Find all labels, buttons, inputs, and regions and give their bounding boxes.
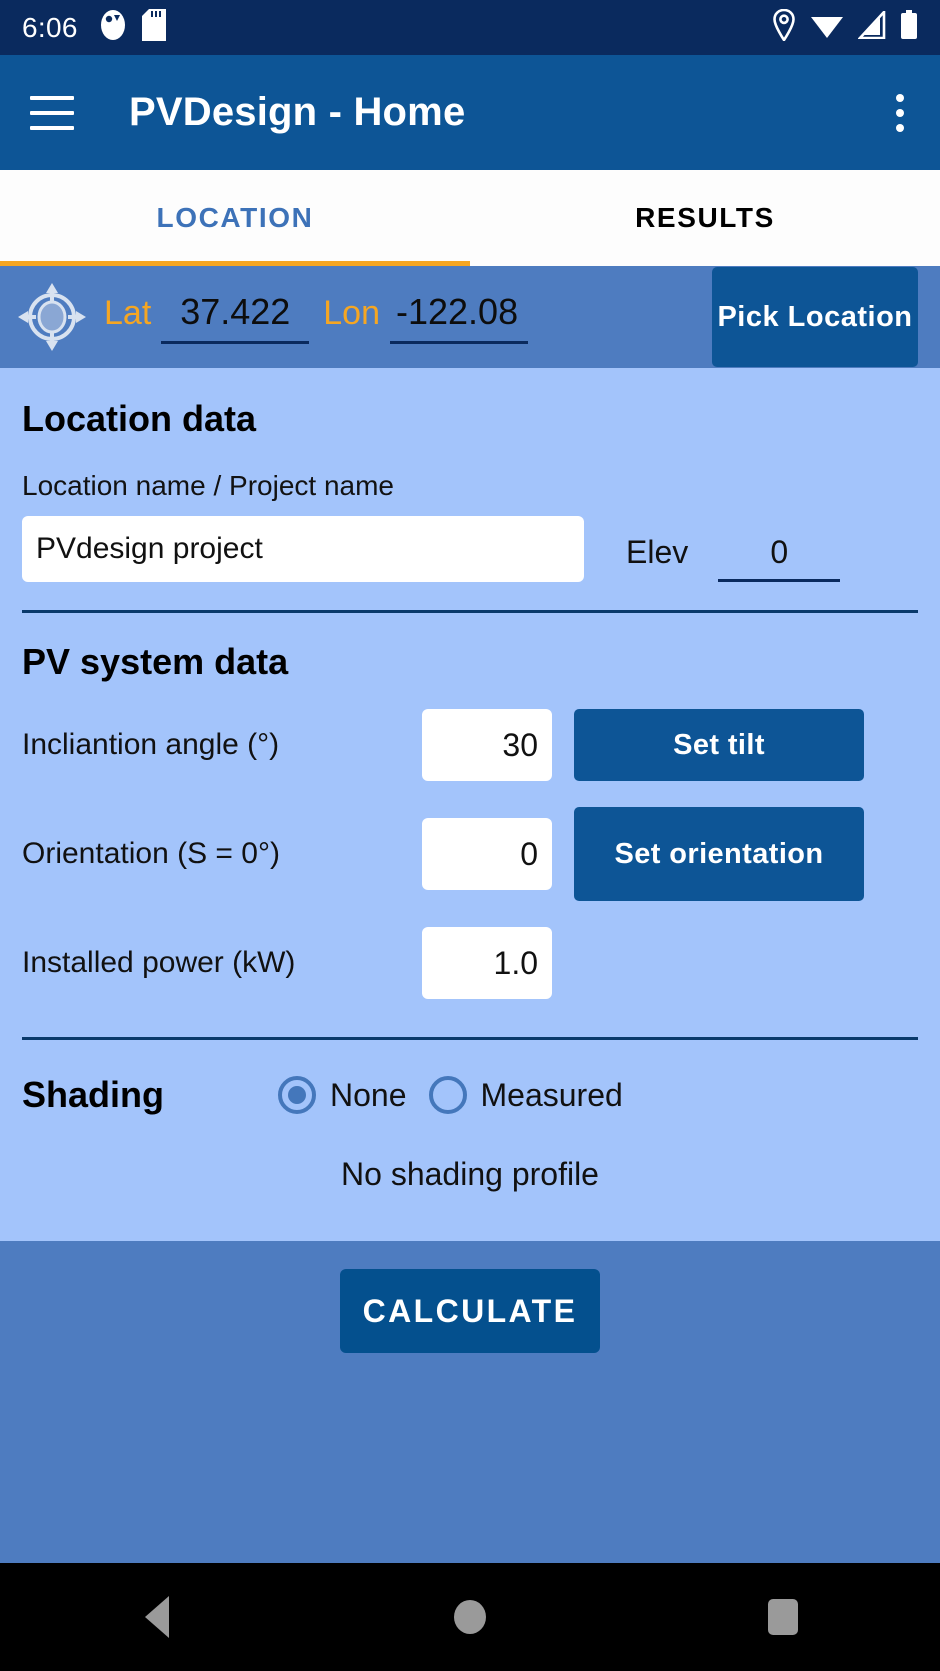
recents-square-icon bbox=[768, 1599, 799, 1635]
radio-measured-label: Measured bbox=[480, 1076, 623, 1113]
pick-location-button[interactable]: Pick Location bbox=[712, 267, 918, 367]
back-triangle-icon bbox=[144, 1596, 169, 1638]
radio-none-label: None bbox=[330, 1076, 407, 1113]
status-right-icons bbox=[772, 8, 918, 46]
nav-recents-button[interactable] bbox=[627, 1599, 940, 1635]
elevation-label: Elev bbox=[626, 534, 689, 570]
status-clock: 6:06 bbox=[22, 11, 78, 43]
phone-screen: 6:06 PVDesign - Home LOCATION RESULTS La… bbox=[0, 0, 940, 1671]
longitude-group: Lon -122.08 bbox=[323, 291, 528, 344]
inclination-input[interactable]: 30 bbox=[422, 709, 552, 781]
radio-measured-icon[interactable] bbox=[428, 1076, 467, 1114]
crosshair-location-icon[interactable] bbox=[14, 279, 90, 355]
orientation-row: Orientation (S = 0°) 0 Set orientation bbox=[22, 807, 918, 901]
nav-back-button[interactable] bbox=[0, 1596, 313, 1638]
inclination-label: Incliantion angle (°) bbox=[22, 728, 280, 761]
project-name-input[interactable] bbox=[22, 516, 584, 582]
installed-power-label: Installed power (kW) bbox=[22, 946, 296, 979]
shading-row: Shading None Measured bbox=[22, 1074, 918, 1116]
shading-option-measured[interactable]: Measured bbox=[428, 1076, 623, 1114]
section-divider-1 bbox=[22, 610, 918, 613]
overflow-menu-icon[interactable] bbox=[890, 88, 910, 138]
app-bar: PVDesign - Home bbox=[0, 55, 940, 170]
latitude-group: Lat 37.422 bbox=[104, 291, 310, 344]
location-data-heading: Location data bbox=[22, 398, 257, 439]
tab-location[interactable]: LOCATION bbox=[0, 170, 470, 266]
installed-power-input[interactable]: 1.0 bbox=[422, 927, 552, 999]
coordinate-bar: Lat 37.422 Lon -122.08 Pick Location bbox=[0, 266, 940, 368]
status-bar: 6:06 bbox=[0, 0, 940, 55]
elevation-group: Elev 0 bbox=[626, 534, 841, 582]
longitude-input[interactable]: -122.08 bbox=[390, 291, 528, 344]
radio-none-icon[interactable] bbox=[278, 1076, 316, 1114]
nav-home-button[interactable] bbox=[313, 1600, 626, 1634]
tab-bar: LOCATION RESULTS bbox=[0, 170, 940, 266]
home-circle-icon bbox=[453, 1600, 486, 1634]
longitude-label: Lon bbox=[323, 293, 380, 332]
contact-app-icon bbox=[100, 9, 126, 46]
shading-heading: Shading bbox=[22, 1074, 164, 1115]
project-name-label: Location name / Project name bbox=[22, 470, 394, 501]
installed-power-row: Installed power (kW) 1.0 bbox=[22, 927, 918, 999]
set-orientation-button[interactable]: Set orientation bbox=[574, 807, 864, 901]
set-tilt-button[interactable]: Set tilt bbox=[574, 709, 864, 781]
project-name-row: Elev 0 bbox=[22, 516, 918, 582]
battery-icon bbox=[900, 10, 918, 45]
section-divider-2 bbox=[22, 1037, 918, 1040]
location-pin-icon bbox=[772, 8, 796, 46]
shading-profile-status: No shading profile bbox=[341, 1156, 599, 1192]
page-title: PVDesign - Home bbox=[129, 90, 466, 134]
latitude-label: Lat bbox=[104, 293, 152, 332]
tab-results[interactable]: RESULTS bbox=[470, 170, 940, 266]
orientation-input[interactable]: 0 bbox=[422, 818, 552, 890]
elevation-input[interactable]: 0 bbox=[718, 534, 841, 582]
tab-active-indicator bbox=[0, 261, 470, 266]
orientation-label: Orientation (S = 0°) bbox=[22, 837, 280, 870]
wifi-icon bbox=[810, 11, 844, 44]
footer-bar: CALCULATE bbox=[0, 1241, 940, 1563]
latitude-input[interactable]: 37.422 bbox=[161, 291, 310, 344]
status-left-icons bbox=[100, 9, 166, 46]
shading-option-none[interactable]: None bbox=[278, 1076, 407, 1114]
main-content: Location data Location name / Project na… bbox=[0, 368, 940, 1241]
inclination-row: Incliantion angle (°) 30 Set tilt bbox=[22, 709, 918, 781]
system-nav-bar bbox=[0, 1563, 940, 1671]
calculate-button[interactable]: CALCULATE bbox=[340, 1269, 600, 1353]
cellular-signal-icon bbox=[857, 8, 886, 44]
sd-card-icon bbox=[141, 9, 166, 46]
pv-system-data-heading: PV system data bbox=[22, 641, 289, 682]
hamburger-menu-icon[interactable] bbox=[30, 95, 74, 130]
